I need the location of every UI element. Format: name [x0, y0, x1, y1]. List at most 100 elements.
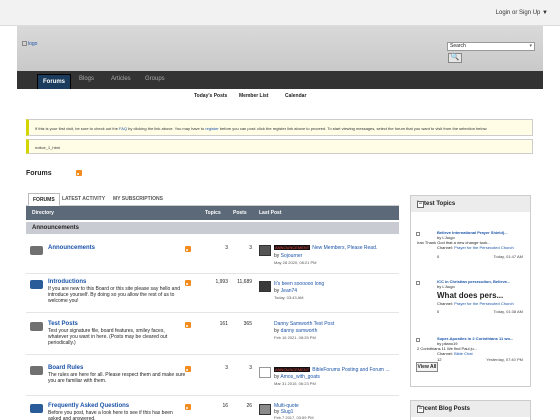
last-post-avatar[interactable] — [259, 404, 271, 415]
rss-icon[interactable] — [185, 366, 191, 372]
site-logo[interactable]: logo — [22, 41, 37, 47]
latest-topic-item: ICC in Christian persecution, Believe...… — [415, 279, 527, 315]
forum-icon — [30, 366, 43, 375]
subnav-todays-posts[interactable]: Today's Posts — [194, 93, 227, 99]
channel-link[interactable]: Prayer for the Persecuted Church — [454, 245, 514, 250]
forum-name[interactable]: Announcements — [48, 245, 95, 251]
forum-name[interactable]: Introductions — [48, 279, 86, 285]
broken-image-icon — [416, 232, 420, 236]
latest-topic-channel: Channel: Prayer for the Persecuted Churc… — [437, 301, 514, 306]
search-dropdown-icon[interactable]: ▾ — [529, 43, 532, 49]
last-post-avatar[interactable] — [259, 367, 271, 378]
last-post-user[interactable]: Sojourner — [281, 253, 303, 259]
last-post-date: Today, 03:43 AM — [274, 295, 304, 300]
announcement-tag: ANNOUNCEMENT — [274, 367, 311, 372]
forum-description: The rules are here for all. Please respe… — [48, 372, 186, 384]
last-post-title[interactable]: It's been soooooo long — [274, 281, 324, 287]
header-directory: Directory — [32, 210, 54, 216]
last-post-user[interactable]: Jean74 — [281, 288, 297, 294]
last-post-title-text: BibleForums Posting and Forum ... — [312, 367, 390, 373]
last-post-title-text: New Members, Please Read. — [312, 245, 378, 251]
last-post-user[interactable]: danny samworth — [281, 328, 318, 334]
subnav-member-list[interactable]: Member List — [239, 93, 268, 99]
forum-row: Board Rules The rules are here for all. … — [26, 358, 399, 396]
welcome-notice: If this is your first visit, be sure to … — [26, 119, 533, 136]
tab-blogs[interactable]: Blogs — [79, 76, 94, 82]
search-icon: 🔍 — [450, 54, 460, 61]
tab-articles[interactable]: Articles — [111, 76, 131, 82]
site-header: logo Search ▾ 🔍 — [17, 26, 543, 71]
notice-text-2: by clicking the link above. You may have… — [127, 126, 206, 131]
page-title: Forums — [26, 170, 52, 177]
search-input[interactable]: Search ▾ — [447, 42, 535, 51]
topic-thumbnail[interactable] — [416, 338, 420, 343]
last-post-avatar[interactable] — [259, 245, 271, 256]
rss-icon[interactable] — [185, 280, 191, 286]
latest-topic-channel: Channel: Bible Chat — [437, 351, 473, 356]
forum-description: Before you post, have a look here to see… — [48, 410, 173, 420]
register-link[interactable]: register — [205, 126, 218, 131]
logo-alt-text: logo — [28, 41, 38, 47]
topic-thumbnail[interactable] — [416, 281, 420, 286]
last-post-user[interactable]: Amos_with_goats — [280, 374, 319, 380]
announcement-tag: ANNOUNCEMENT — [274, 245, 311, 250]
forum-posts: 3 — [249, 365, 252, 371]
collapse-icon[interactable]: − — [417, 406, 424, 413]
forum-posts: 365 — [243, 321, 252, 327]
rss-icon[interactable] — [185, 404, 191, 410]
forum-topics: 161 — [219, 321, 228, 327]
forum-name[interactable]: Board Rules — [48, 365, 83, 371]
forum-topics: 1,993 — [215, 279, 228, 285]
faq-link[interactable]: FAQ — [119, 126, 127, 131]
last-post-avatar[interactable] — [259, 281, 271, 292]
rss-icon[interactable] — [76, 170, 82, 176]
header-last-post: Last Post — [259, 210, 282, 216]
last-post-title[interactable]: ANNOUNCEMENT New Members, Please Read. — [274, 245, 377, 251]
forum-tabs: FORUMS LATEST ACTIVITY MY SUBSCRIPTIONS — [26, 193, 399, 206]
forum-description: Test your signature file, board features… — [48, 328, 168, 346]
notice-text-3: before you can post: click the register … — [218, 126, 488, 131]
forum-row: Frequently Asked Questions Before you po… — [26, 398, 399, 420]
latest-topic-replies: 0 — [437, 309, 440, 314]
rss-icon[interactable] — [185, 246, 191, 252]
welcome-notice-text: If this is your first visit, be sure to … — [35, 126, 487, 131]
last-post-title[interactable]: Danny Samworth Test Post — [274, 321, 334, 327]
latest-topics-header: Latest Topics − — [411, 196, 530, 212]
tab-forums-list[interactable]: FORUMS — [28, 193, 60, 206]
broken-image-icon — [416, 338, 420, 342]
forum-name[interactable]: Test Posts — [48, 321, 78, 327]
view-all-button[interactable]: View All — [416, 362, 438, 372]
last-post-date: May 28 2020, 08:21 PM — [274, 260, 317, 265]
forum-row: Test Posts Test your signature file, boa… — [26, 317, 399, 355]
forum-name[interactable]: Frequently Asked Questions — [48, 403, 129, 409]
category-title: Announcements — [32, 225, 80, 231]
channel-link[interactable]: Prayer for the Persecuted Church — [454, 301, 514, 306]
recent-blog-title: Recent Blog Posts — [417, 406, 471, 412]
tab-groups[interactable]: Groups — [145, 76, 165, 82]
broken-image-icon — [22, 41, 27, 47]
last-post-title[interactable]: ANNOUNCEMENT BibleForums Posting and Foru… — [274, 367, 390, 373]
recent-blog-header: Recent Blog Posts − — [411, 401, 530, 417]
tab-latest-activity[interactable]: LATEST ACTIVITY — [62, 196, 105, 202]
tab-my-subscriptions[interactable]: MY SUBSCRIPTIONS — [113, 196, 163, 202]
last-post-date: Feb 16 2021, 08:25 PM — [274, 335, 316, 340]
forum-icon — [30, 280, 43, 289]
last-post-date: Mar 31 2015, 06:23 PM — [274, 381, 316, 386]
top-bar: Login or Sign Up ▼ — [0, 0, 560, 26]
latest-topics-widget: Latest Topics − Believe International Pr… — [410, 195, 531, 387]
subnav-calendar[interactable]: Calendar — [285, 93, 306, 99]
channel-link[interactable]: Bible Chat — [454, 351, 472, 356]
forum-posts: 11,689 — [237, 279, 252, 285]
sub-nav: Today's Posts Member List Calendar — [17, 89, 543, 101]
topic-thumbnail[interactable] — [416, 232, 420, 237]
category-header: Announcements — [26, 222, 399, 234]
rss-icon[interactable] — [185, 322, 191, 328]
login-link[interactable]: Login or Sign Up ▼ — [496, 10, 548, 16]
forum-table-header: Directory Topics Posts Last Post — [26, 206, 399, 220]
latest-topic-author: by L'Augo — [437, 284, 455, 289]
latest-topic-user[interactable]: L'Augo — [442, 284, 454, 289]
search-button[interactable]: 🔍 — [448, 53, 462, 63]
recent-blog-widget: Recent Blog Posts − — [410, 400, 531, 420]
collapse-icon[interactable]: − — [417, 201, 424, 208]
tab-forums[interactable]: Forums — [37, 74, 72, 89]
